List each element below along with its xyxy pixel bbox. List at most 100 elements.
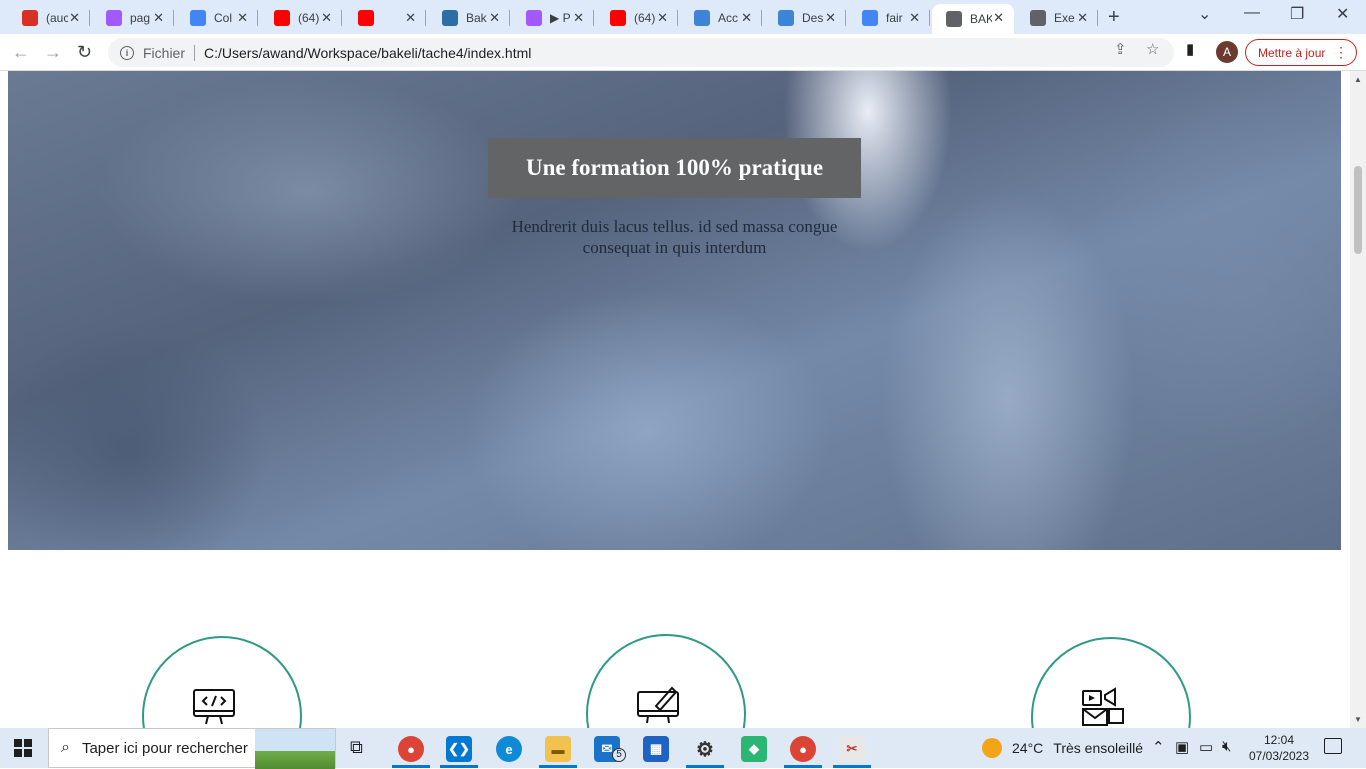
hero-title: Une formation 100% pratique xyxy=(525,155,824,180)
page-scrollbar[interactable]: ▲ ▼ xyxy=(1350,71,1366,728)
weather-label: Très ensoleillé xyxy=(1053,740,1144,756)
browser-tab[interactable]: Col ✕ xyxy=(176,4,258,32)
globe-icon xyxy=(946,11,962,27)
browser-tab[interactable]: BAK ✕ xyxy=(932,4,1014,34)
task-view-icon[interactable]: ⧉ xyxy=(350,737,363,758)
edge-taskbar-icon[interactable]: e xyxy=(496,736,522,762)
tab-title: ▶ P xyxy=(550,11,571,25)
new-tab-button[interactable]: + xyxy=(1108,6,1120,29)
system-clock[interactable]: 12:04 07/03/2023 xyxy=(1244,732,1314,764)
store-taskbar-icon[interactable]: ▦ xyxy=(643,736,669,762)
browser-tab[interactable]: (64) ✕ xyxy=(596,4,678,32)
maximize-button[interactable]: ❐ xyxy=(1290,4,1304,24)
weather-widget[interactable]: 24°C Très ensoleillé xyxy=(982,738,1143,758)
close-tab-icon[interactable]: ✕ xyxy=(741,10,752,26)
tab-title: Bak xyxy=(466,11,487,25)
chrome-taskbar-icon[interactable]: ● xyxy=(398,736,424,762)
gitkraken-taskbar-icon[interactable]: ◆ xyxy=(741,736,767,762)
figma-icon xyxy=(106,10,122,26)
bookmark-star-icon[interactable]: ☆ xyxy=(1146,40,1159,58)
close-window-button[interactable]: ✕ xyxy=(1336,4,1349,24)
vscode-taskbar-icon[interactable]: ❮❯ xyxy=(446,736,472,762)
hero-subtitle: Hendrerit duis lacus tellus. id sed mass… xyxy=(511,217,838,257)
profile-avatar[interactable]: A xyxy=(1216,41,1238,63)
minimize-button[interactable]: — xyxy=(1244,4,1260,22)
menu-dots-icon[interactable]: ⋮ xyxy=(1334,44,1348,61)
reload-button[interactable]: ↻ xyxy=(77,42,92,63)
address-bar[interactable]: i Fichier C:/Users/awand/Workspace/bakel… xyxy=(108,38,1174,67)
close-tab-icon[interactable]: ✕ xyxy=(657,10,668,26)
google-icon xyxy=(190,10,206,26)
bakeli-icon xyxy=(442,10,458,26)
share-icon[interactable]: ⇪ xyxy=(1114,40,1127,58)
close-tab-icon[interactable]: ✕ xyxy=(69,10,80,26)
media-marketing-icon xyxy=(1082,687,1124,726)
scheme-label: Fichier xyxy=(143,44,186,61)
browser-tab[interactable]: ✕ xyxy=(344,4,426,32)
start-button[interactable] xyxy=(14,739,32,757)
close-tab-icon[interactable]: ✕ xyxy=(153,10,164,26)
close-tab-icon[interactable]: ✕ xyxy=(489,10,500,26)
close-tab-icon[interactable]: ✕ xyxy=(321,10,332,26)
scrollbar-thumb[interactable] xyxy=(1354,166,1362,254)
youtube-icon xyxy=(274,10,290,26)
tab-title: (64) xyxy=(634,11,656,25)
scroll-up-arrow-icon[interactable]: ▲ xyxy=(1354,75,1362,84)
scroll-down-arrow-icon[interactable]: ▼ xyxy=(1354,715,1362,724)
close-tab-icon[interactable]: ✕ xyxy=(909,10,920,26)
tab-search-icon[interactable]: ⌄ xyxy=(1198,4,1211,24)
youtube-icon xyxy=(610,10,626,26)
feature-circle-design xyxy=(586,634,746,728)
youtube-icon xyxy=(358,10,374,26)
tab-title: BAK xyxy=(970,12,992,26)
browser-tab[interactable]: (64) ✕ xyxy=(260,4,342,32)
file-explorer-taskbar-icon[interactable]: ▬ xyxy=(545,736,571,762)
tab-title: (64) xyxy=(298,11,320,25)
close-tab-icon[interactable]: ✕ xyxy=(825,10,836,26)
forward-button[interactable]: → xyxy=(44,42,62,63)
back-button[interactable]: ← xyxy=(12,42,30,63)
sun-icon xyxy=(982,738,1002,758)
close-tab-icon[interactable]: ✕ xyxy=(237,10,248,26)
side-panel-icon[interactable]: ▮ xyxy=(1186,40,1194,58)
browser-tab[interactable]: (auc ✕ xyxy=(8,4,90,32)
browser-tab[interactable]: pag ✕ xyxy=(92,4,174,32)
clock-date: 07/03/2023 xyxy=(1248,749,1310,763)
tab-title: Acc xyxy=(718,11,739,25)
page-viewport: Une formation 100% pratique Hendrerit du… xyxy=(0,71,1350,728)
hero-title-box: Une formation 100% pratique xyxy=(488,138,861,198)
browser-tab[interactable]: ▶ P ✕ xyxy=(512,4,594,32)
close-tab-icon[interactable]: ✕ xyxy=(405,10,416,26)
volume-muted-icon[interactable]: 🔇︎ xyxy=(1222,738,1231,755)
mail-badge: 5 xyxy=(612,748,626,762)
search-icon: ⌕ xyxy=(61,739,70,756)
network-icon[interactable]: ▭ xyxy=(1199,738,1213,756)
tab-title: fair xyxy=(886,11,903,25)
snipping-tool-taskbar-icon[interactable]: ✂ xyxy=(839,736,865,762)
hero-banner: Une formation 100% pratique Hendrerit du… xyxy=(8,71,1341,550)
feature-circle-media xyxy=(1031,637,1191,728)
chrome-profile-taskbar-icon[interactable]: ● xyxy=(790,736,816,762)
close-tab-icon[interactable]: ✕ xyxy=(573,10,584,26)
url-text[interactable]: C:/Users/awand/Workspace/bakeli/tache4/i… xyxy=(204,45,531,61)
notification-center-icon[interactable] xyxy=(1324,738,1342,754)
site-info-icon[interactable]: i xyxy=(120,45,134,60)
taskbar-search[interactable]: ⌕ Taper ici pour rechercher xyxy=(48,728,336,769)
canva-icon xyxy=(694,10,710,26)
browser-tab[interactable]: Des ✕ xyxy=(764,4,846,32)
browser-tab[interactable]: Exe ✕ xyxy=(1016,4,1098,32)
tab-title: (auc xyxy=(46,11,68,25)
settings-gear-icon[interactable]: ⚙ xyxy=(692,736,718,762)
close-tab-icon[interactable]: ✕ xyxy=(993,10,1004,26)
clock-time: 12:04 xyxy=(1263,733,1295,747)
code-monitor-icon xyxy=(193,689,235,725)
browser-tab[interactable]: fair ✕ xyxy=(848,4,930,32)
browser-tab[interactable]: Bak ✕ xyxy=(428,4,510,32)
canva-icon xyxy=(778,10,794,26)
meet-icon[interactable]: ▣ xyxy=(1175,738,1189,756)
browser-tab[interactable]: Acc ✕ xyxy=(680,4,762,32)
feature-circle-code xyxy=(142,636,302,728)
close-tab-icon[interactable]: ✕ xyxy=(1077,10,1088,26)
tray-chevron-icon[interactable]: ⌃ xyxy=(1152,738,1165,756)
update-button[interactable]: Mettre à jour ⋮ xyxy=(1245,39,1357,66)
